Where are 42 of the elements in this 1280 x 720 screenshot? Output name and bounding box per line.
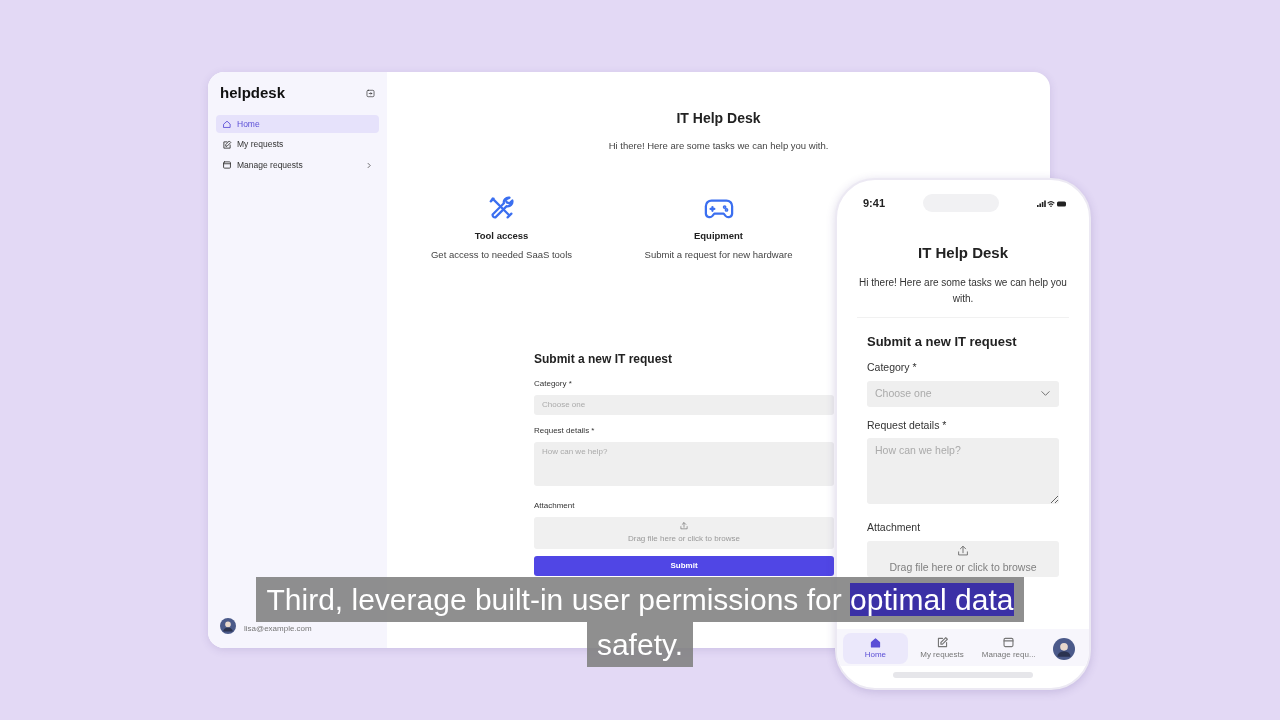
edit-icon (222, 139, 232, 150)
window-icon (222, 160, 232, 171)
details-field[interactable]: How can we help? (534, 441, 834, 486)
tab-item[interactable]: Home (843, 633, 908, 664)
home-icon (868, 636, 882, 649)
page-title: IT Help Desk (675, 109, 762, 128)
form-title: Submit a new IT request (867, 332, 1017, 351)
page-title: IT Help Desk (917, 243, 1009, 263)
file-dropzone[interactable]: Drag file here or click to browse (867, 540, 1059, 578)
avatar (1053, 637, 1075, 660)
file-dropzone[interactable]: Drag file here or click to browse (534, 517, 834, 550)
field-label: Category * (534, 377, 572, 390)
upload-icon (956, 543, 970, 558)
status-icons (1037, 198, 1067, 208)
window-icon (1002, 636, 1016, 649)
home-icon (222, 118, 232, 129)
page-subtitle: Hi there! Here are some tasks we can help you with. (858, 275, 1068, 306)
form-title: Submit a new IT request (534, 350, 673, 368)
page-subtitle: Hi there! Here are some tasks we can help you with. (607, 139, 830, 153)
nav-item[interactable]: Manage requests (216, 156, 379, 175)
field-label: Attachment (867, 519, 921, 535)
nav-item[interactable]: Home (216, 114, 379, 134)
edit-icon (935, 636, 949, 649)
tab-item[interactable]: Manage requ... (976, 633, 1041, 664)
task-title[interactable]: Tool access (474, 229, 529, 244)
nav-item[interactable]: My requests (216, 135, 379, 154)
logo: helpdesk (220, 83, 286, 103)
submit-button[interactable]: Submit (534, 556, 834, 577)
task-description: Get access to needed SaaS tools (431, 247, 572, 262)
user-email: lisa@example.com (244, 624, 312, 634)
task-title[interactable]: Equipment (693, 229, 744, 244)
field-label: Request details * (867, 417, 947, 433)
task-description: Submit a request for new hardware (644, 247, 793, 262)
avatar (220, 618, 236, 634)
status-time: 9:41 (863, 195, 886, 211)
field-label: Request details * (534, 424, 595, 437)
upload-icon (679, 521, 689, 532)
field-label: Category * (867, 360, 917, 375)
field-label: Attachment (534, 500, 575, 513)
details-field[interactable]: How can we help? (867, 438, 1059, 505)
collapse-icon[interactable] (366, 88, 375, 98)
tab-item[interactable]: My requests (909, 633, 975, 664)
